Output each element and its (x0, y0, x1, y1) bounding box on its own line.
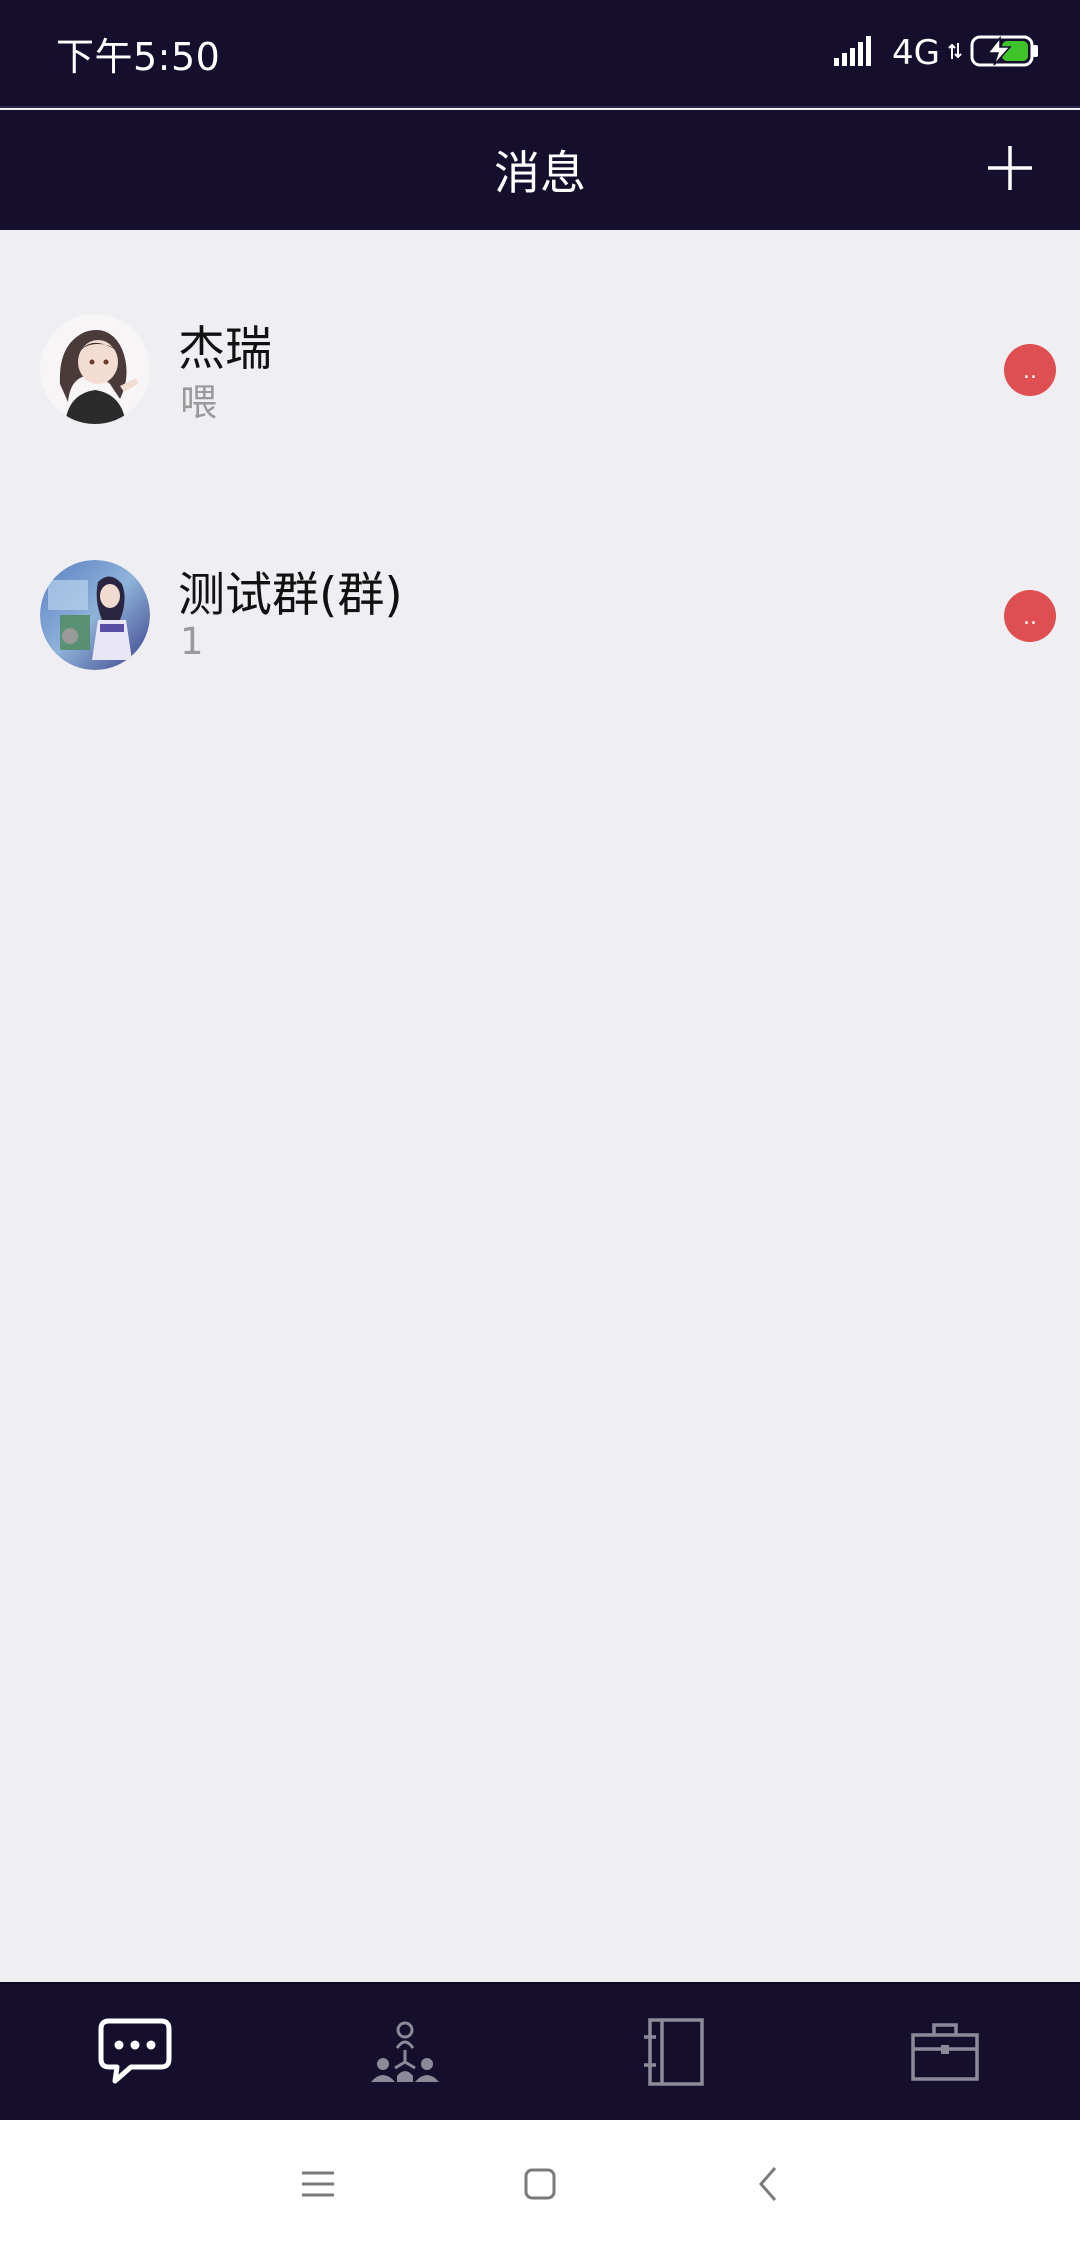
tab-organization[interactable] (335, 1997, 475, 2107)
back-button[interactable] (738, 2154, 798, 2214)
avatar (40, 560, 150, 670)
page-title: 消息 (494, 146, 586, 200)
conversation-item-jerry[interactable]: 杰瑞 喂 .. (0, 232, 1080, 480)
conversation-item-test-group[interactable]: 测试群(群) 1 .. (0, 480, 1080, 728)
plus-icon (988, 146, 1032, 190)
home-square-icon (524, 2168, 556, 2200)
tab-messages[interactable] (65, 1997, 205, 2107)
conversation-name: 杰瑞 (178, 322, 272, 377)
conversation-list: 杰瑞 喂 .. 测试群(群) 1 .. (0, 232, 1080, 728)
data-arrows-icon (948, 41, 962, 65)
bottom-tab-bar (0, 1982, 1080, 2120)
battery-charging-icon (970, 34, 1040, 72)
signal-icon (834, 36, 876, 70)
tab-workbench[interactable] (875, 1997, 1015, 2107)
menu-button[interactable] (288, 2154, 348, 2214)
avatar (40, 314, 150, 424)
menu-lines-icon (302, 2171, 334, 2197)
organization-icon (371, 2021, 439, 2082)
briefcase-icon (911, 2023, 979, 2081)
network-type: 4G (892, 33, 940, 73)
tab-contacts[interactable] (605, 1997, 745, 2107)
unread-badge: .. (1004, 344, 1056, 396)
conversation-preview: 1 (180, 620, 204, 663)
chat-bubble-icon (98, 2018, 172, 2084)
unread-badge: .. (1004, 590, 1056, 642)
contacts-book-icon (644, 2018, 704, 2086)
back-chevron-icon (759, 2167, 777, 2201)
app-header: 消息 (0, 110, 1080, 230)
status-bar: 下午5:50 4G (0, 0, 1080, 108)
home-button[interactable] (510, 2154, 570, 2214)
add-button[interactable] (980, 138, 1040, 198)
status-time: 下午5:50 (56, 34, 221, 79)
conversation-preview: 喂 (180, 381, 217, 424)
status-indicators: 4G (834, 33, 1040, 73)
conversation-name: 测试群(群) (178, 568, 403, 623)
system-nav-bar (0, 2120, 1080, 2248)
